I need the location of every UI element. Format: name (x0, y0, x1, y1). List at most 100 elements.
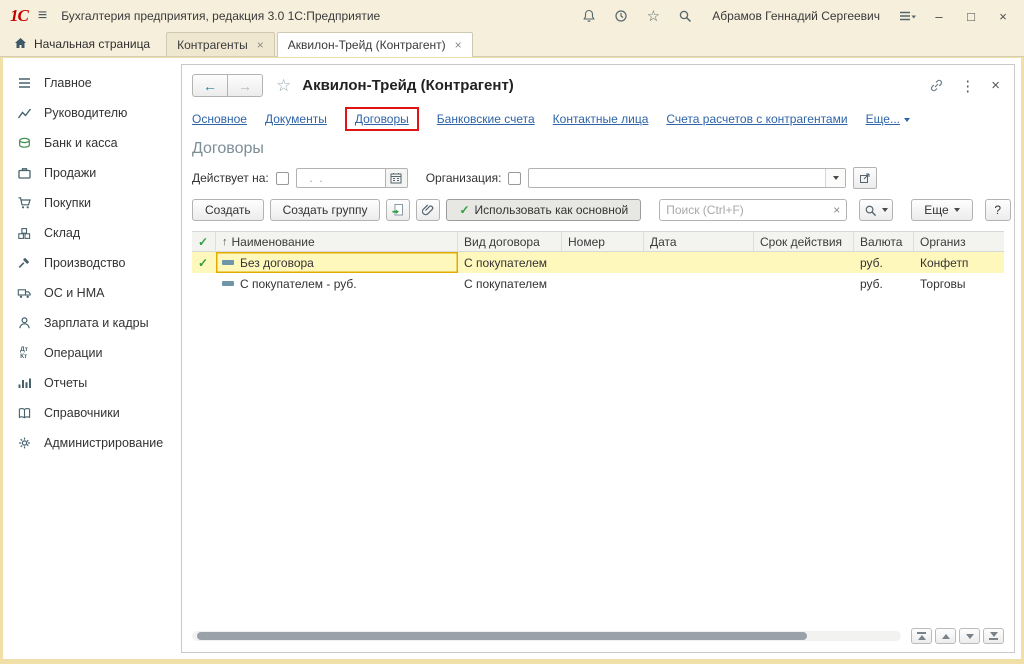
section-title: Договоры (192, 140, 1004, 158)
create-button[interactable]: Создать (192, 199, 264, 221)
sidebar-item-administration[interactable]: Администрирование (3, 428, 175, 458)
combo-dropdown-icon[interactable] (825, 169, 845, 187)
table-row[interactable]: ✓ Без договора С покупателем руб. Конфет… (192, 252, 1004, 273)
forward-button[interactable]: → (227, 74, 263, 97)
sidebar-item-label: ОС и НМА (44, 286, 104, 300)
link-bank-accounts[interactable]: Банковские счета (437, 112, 535, 126)
main-menu-icon[interactable]: ≡ (38, 7, 47, 25)
link-more[interactable]: Еще... (866, 112, 910, 126)
column-header-main[interactable]: ✓ (192, 232, 216, 251)
link-contracts[interactable]: Договоры (355, 112, 409, 126)
column-header-org[interactable]: Организ (914, 232, 1004, 251)
sidebar-item-label: Администрирование (44, 436, 163, 450)
organization-open-button[interactable] (853, 167, 877, 189)
notifications-bell-icon[interactable] (578, 5, 600, 27)
truck-icon (15, 285, 33, 301)
tab-akvilon-trade[interactable]: Аквилон-Трейд (Контрагент) × (277, 32, 473, 57)
column-header-date[interactable]: Дата (644, 232, 754, 251)
attached-files-button[interactable] (416, 199, 440, 221)
go-to-top-button[interactable] (911, 628, 932, 644)
sidebar-item-bank-cash[interactable]: Банк и касса (3, 128, 175, 158)
chevron-down-icon (882, 208, 888, 215)
scrollbar-thumb[interactable] (197, 632, 807, 640)
acts-on-date-field[interactable]: . . (296, 168, 408, 188)
column-header-name[interactable]: ↑ Наименование (216, 232, 458, 251)
tab-kontragenty[interactable]: Контрагенты × (166, 32, 275, 56)
favorite-toggle-star-icon[interactable]: ☆ (276, 76, 291, 96)
search-input[interactable] (660, 203, 827, 217)
more-actions-button[interactable]: Еще (911, 199, 972, 221)
sort-ascending-icon: ↑ (222, 236, 228, 248)
organization-value[interactable] (529, 169, 825, 187)
sidebar-item-directories[interactable]: Справочники (3, 398, 175, 428)
sidebar-item-salary-hr[interactable]: Зарплата и кадры (3, 308, 175, 338)
sidebar-item-warehouse[interactable]: Склад (3, 218, 175, 248)
bar-chart-icon (15, 375, 33, 391)
sidebar-item-reports[interactable]: Отчеты (3, 368, 175, 398)
cart-icon (15, 195, 33, 211)
history-icon[interactable] (610, 5, 632, 27)
horizontal-scrollbar[interactable] (192, 631, 901, 641)
form-title: Аквилон-Трейд (Контрагент) (302, 77, 514, 94)
sidebar-item-operations[interactable]: Дт Кт Операции (3, 338, 175, 368)
go-to-bottom-button[interactable] (983, 628, 1004, 644)
create-group-button[interactable]: Создать группу (270, 199, 381, 221)
bottom-bar (192, 628, 1004, 644)
acts-on-label: Действует на: (192, 171, 269, 185)
link-main[interactable]: Основное (192, 112, 247, 126)
service-menu-icon[interactable] (896, 5, 918, 27)
sidebar-item-fixed-assets[interactable]: ОС и НМА (3, 278, 175, 308)
close-form-icon[interactable]: × (991, 77, 1000, 94)
link-contact-persons[interactable]: Контактные лица (553, 112, 649, 126)
search-clear-icon[interactable]: × (827, 203, 846, 217)
sidebar-item-purchases[interactable]: Покупки (3, 188, 175, 218)
check-icon: ✓ (459, 203, 469, 217)
use-as-main-button[interactable]: ✓ Использовать как основной (446, 199, 641, 221)
minimize-button[interactable]: – (928, 6, 950, 26)
sidebar-item-manager[interactable]: Руководителю (3, 98, 175, 128)
date-value[interactable]: . . (297, 169, 385, 187)
page-up-button[interactable] (935, 628, 956, 644)
sidebar-item-label: Продажи (44, 166, 96, 180)
help-button[interactable]: ? (985, 199, 1011, 221)
kind-cell: С покупателем (458, 273, 562, 294)
search-field[interactable]: × (659, 199, 847, 221)
column-header-kind[interactable]: Вид договора (458, 232, 562, 251)
more-menu-icon[interactable]: ⋮ (960, 77, 975, 95)
home-page-tab[interactable]: Начальная страница (8, 32, 166, 56)
term-cell (754, 273, 854, 294)
calendar-icon[interactable] (385, 169, 407, 187)
user-name[interactable]: Абрамов Геннадий Сергеевич (712, 9, 880, 23)
date-cell (644, 273, 754, 294)
organization-combobox[interactable] (528, 168, 846, 188)
organization-checkbox[interactable] (508, 172, 521, 185)
page-down-button[interactable] (959, 628, 980, 644)
tab-close-icon[interactable]: × (455, 38, 462, 52)
sidebar-item-sales[interactable]: Продажи (3, 158, 175, 188)
person-icon (15, 315, 33, 331)
book-icon (15, 405, 33, 421)
back-button[interactable]: ← (192, 74, 228, 97)
get-link-icon[interactable] (929, 78, 944, 93)
column-header-term[interactable]: Срок действия (754, 232, 854, 251)
home-tab-label: Начальная страница (34, 37, 150, 51)
form-navigation: Основное Документы Договоры Банковские с… (192, 107, 1004, 131)
sidebar-item-main[interactable]: Главное (3, 68, 175, 98)
column-header-number[interactable]: Номер (562, 232, 644, 251)
column-header-currency[interactable]: Валюта (854, 232, 914, 251)
acts-on-checkbox[interactable] (276, 172, 289, 185)
contract-icon (222, 281, 234, 286)
link-documents[interactable]: Документы (265, 112, 327, 126)
search-options-button[interactable] (859, 199, 893, 221)
maximize-button[interactable]: □ (960, 6, 982, 26)
copy-button[interactable] (386, 199, 410, 221)
link-settlement-accounts[interactable]: Счета расчетов с контрагентами (666, 112, 847, 126)
table-row[interactable]: С покупателем - руб. С покупателем руб. … (192, 273, 1004, 294)
favorites-star-icon[interactable]: ☆ (642, 5, 664, 27)
close-window-button[interactable]: × (992, 6, 1014, 26)
use-as-main-label: Использовать как основной (475, 203, 629, 217)
global-search-icon[interactable] (674, 5, 696, 27)
sidebar-item-production[interactable]: Производство (3, 248, 175, 278)
tab-close-icon[interactable]: × (257, 38, 264, 52)
chevron-down-icon (904, 118, 910, 125)
